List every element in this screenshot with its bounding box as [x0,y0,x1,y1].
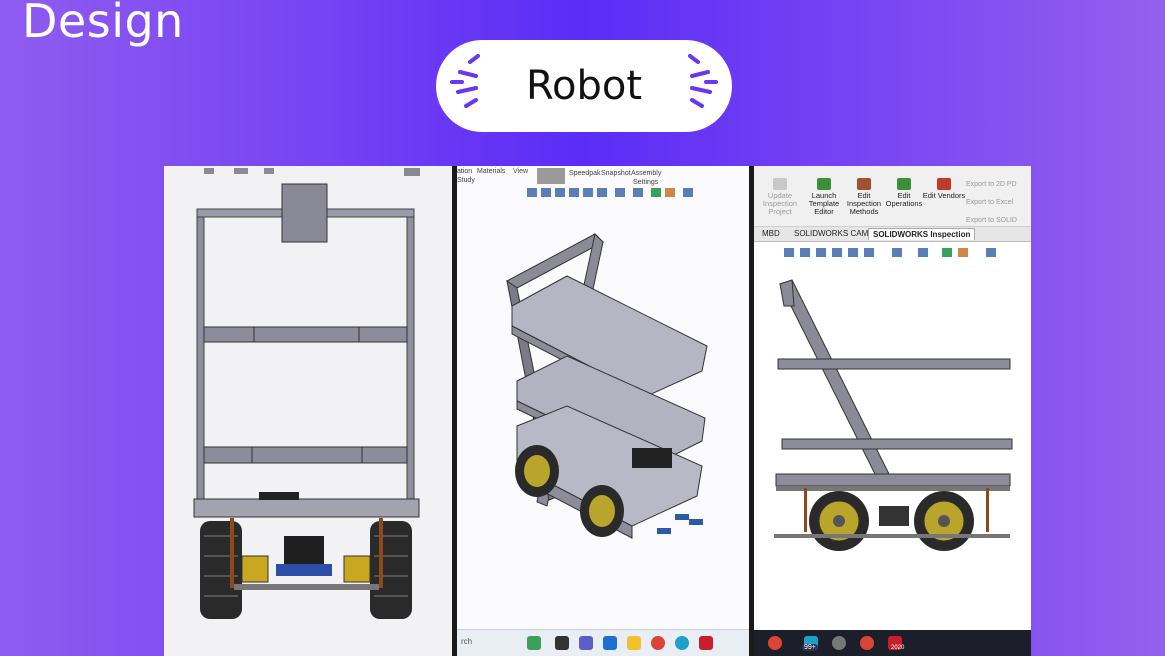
toolbar-item[interactable]: Study [457,177,475,184]
toolbar-item[interactable]: Settings [633,179,658,186]
isometric-view-panel: ation Materials View Speedpak Snapshot A… [457,166,749,656]
front-view-drawing [164,166,454,656]
command-tabs: MBD SOLIDWORKS CAM SOLIDWORKS Inspection [754,227,1031,242]
methods-icon [857,178,871,190]
tab-mbd[interactable]: MBD [758,228,784,239]
template-icon [817,178,831,190]
toolbar-item[interactable]: Snapshot [601,170,631,177]
update-icon [773,178,787,190]
chrome-icon[interactable] [651,636,665,650]
store-icon[interactable] [603,636,617,650]
gear-icon[interactable] [832,636,846,650]
button-label: Edit Vendors [922,191,966,200]
isometric-drawing [506,168,708,539]
button-label: Edit Operations [885,191,923,208]
taskbar: rch [457,629,749,656]
front-view-panel [164,166,454,656]
tab-solidworks-inspection[interactable]: SOLIDWORKS Inspection [868,228,976,240]
taskbar: 99+ 2020 [754,630,1031,656]
button-label: Update Inspection Project [762,191,798,216]
launch-template-editor-button[interactable]: Launch Template Editor [802,178,846,216]
teams-icon[interactable] [579,636,593,650]
app-icon[interactable] [527,636,541,650]
side-view-panel: Update Inspection Project Launch Templat… [754,166,1031,656]
vendors-icon [937,178,951,190]
update-inspection-project-button[interactable]: Update Inspection Project [758,178,802,216]
cad-collage: ation Materials View Speedpak Snapshot A… [164,166,1031,656]
edit-inspection-methods-button[interactable]: Edit Inspection Methods [842,178,886,216]
app-version-label: 2020 [891,645,905,651]
edit-vendors-button[interactable]: Edit Vendors [922,178,966,200]
folder-icon[interactable] [627,636,641,650]
chrome-icon[interactable] [768,636,782,650]
taskbar-search[interactable]: rch [461,637,472,646]
task-view-icon[interactable] [555,636,569,650]
toolbar-item[interactable]: ation [457,168,472,175]
export-list: Export to 2D PD Export to Excel Export t… [966,176,1017,230]
edge-icon[interactable] [675,636,689,650]
title-pill: Robot [436,40,732,132]
export-2d-pdf-item[interactable]: Export to 2D PD [966,176,1017,194]
toolbar-item[interactable]: View [513,168,528,175]
solidworks-icon[interactable] [699,636,713,650]
notification-badge: 99+ [802,644,818,651]
toolbar-item[interactable]: Speedpak [569,170,601,177]
inspection-ribbon: Update Inspection Project Launch Templat… [754,166,1031,227]
operations-icon [897,178,911,190]
edit-operations-button[interactable]: Edit Operations [882,178,926,208]
pill-title: Robot [525,63,642,109]
sparkle-left-icon [450,54,480,108]
toolbar-item[interactable]: Assembly [631,170,661,177]
tab-solidworks-cam[interactable]: SOLIDWORKS CAM [790,228,872,239]
section-heading: Design [22,0,184,48]
button-label: Edit Inspection Methods [846,191,882,216]
sparkle-right-icon [688,54,718,108]
chrome-icon[interactable] [860,636,874,650]
button-label: Launch Template Editor [808,191,840,216]
toolbar-item[interactable]: Materials [477,168,505,175]
export-excel-item[interactable]: Export to Excel [966,194,1017,212]
